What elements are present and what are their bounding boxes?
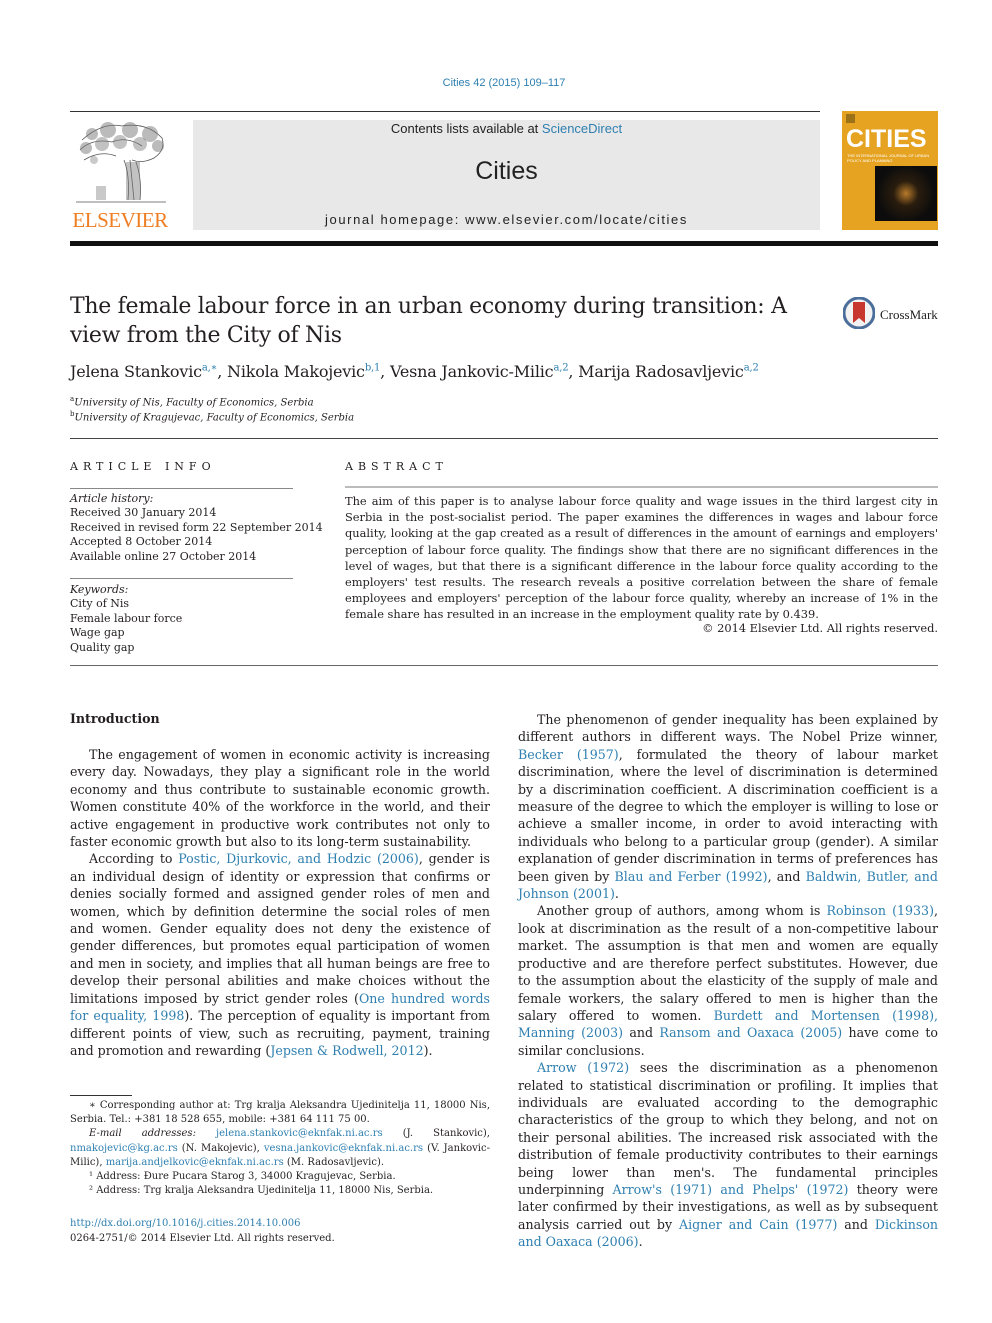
author-list: Jelena Stankovica,∗, Nikola Makojevicb,1… <box>70 362 759 381</box>
elsevier-logo[interactable]: ELSEVIER <box>70 120 170 232</box>
journal-name: Cities <box>475 157 538 185</box>
citation-link[interactable]: Robinson (1933) <box>827 903 934 918</box>
citation-link[interactable]: Ransom and Oaxaca (2005) <box>659 1025 842 1040</box>
keywords: Keywords: City of Nis Female labour forc… <box>70 583 182 655</box>
body-column-right: The phenomenon of gender inequality has … <box>518 711 938 1251</box>
contents-prefix: Contents lists available at <box>390 121 542 136</box>
affiliation-text: University of Nis, Faculty of Economics,… <box>74 397 314 409</box>
footnote-1: ¹ Address: Đure Pucara Starog 3, 34000 K… <box>89 1171 396 1183</box>
author-name[interactable]: Marija Radosavljevic <box>578 362 744 381</box>
abstract-text: The aim of this paper is to analyse labo… <box>345 494 938 622</box>
author-name[interactable]: Nikola Makojevic <box>227 362 365 381</box>
keywords-label: Keywords: <box>70 583 129 596</box>
journal-reference[interactable]: Cities 42 (2015) 109–117 <box>0 77 992 89</box>
article-history: Article history: Received 30 January 201… <box>70 492 323 564</box>
history-item: Received in revised form 22 September 20… <box>70 520 323 534</box>
body-column-left: The engagement of women in economic acti… <box>70 746 490 1059</box>
history-item: Available online 27 October 2014 <box>70 549 257 563</box>
header-top-rule <box>70 111 820 112</box>
email-link[interactable]: vesna.jankovic@eknfak.ni.ac.rs <box>264 1143 423 1154</box>
footnote-2: ² Address: Trg kralja Aleksandra Ujedini… <box>89 1185 434 1197</box>
header-thick-rule <box>70 241 938 246</box>
elsevier-wordmark: ELSEVIER <box>72 208 168 232</box>
abstract-copyright: © 2014 Elsevier Ltd. All rights reserved… <box>702 621 938 635</box>
email-label: E-mail addresses: <box>89 1128 217 1140</box>
footnote-rule <box>70 1095 132 1096</box>
author-affiliation-marker[interactable]: a,∗ <box>202 363 218 374</box>
paragraph: According to Postic, Djurkovic, and Hodz… <box>70 851 491 1058</box>
cover-subtitle: THE INTERNATIONAL JOURNAL OF URBAN POLIC… <box>847 153 930 163</box>
crossmark-label: CrossMark <box>880 307 938 322</box>
footnotes: ∗ Corresponding author at: Trg kralja Al… <box>70 1099 490 1198</box>
history-item: Accepted 8 October 2014 <box>70 535 213 549</box>
sciencedirect-link[interactable]: ScienceDirect <box>542 121 622 136</box>
affiliation-text: University of Kragujevac, Faculty of Eco… <box>74 412 355 424</box>
divider <box>70 578 293 579</box>
history-label: Article history: <box>70 492 154 505</box>
citation-link[interactable]: Arrow's (1971) and Phelps' (1972) <box>613 1182 849 1197</box>
cover-elsevier-icon <box>846 114 855 123</box>
keyword: City of Nis <box>70 597 130 611</box>
author-affiliation-marker[interactable]: a,2 <box>553 363 568 374</box>
citation-link[interactable]: One hundred words for equality, 1998 <box>70 991 490 1023</box>
corresponding-author-note: ∗ Corresponding author at: Trg kralja Al… <box>70 1100 490 1126</box>
email-link[interactable]: nmakojevic@kg.ac.rs <box>70 1143 178 1154</box>
journal-homepage[interactable]: journal homepage: www.elsevier.com/locat… <box>193 212 820 227</box>
crossmark-badge[interactable]: CrossMark <box>843 297 943 335</box>
citation-link[interactable]: Becker (1957) <box>518 747 619 762</box>
citation-link[interactable]: Aigner and Cain (1977) <box>679 1217 837 1232</box>
affiliation: bUniversity of Kragujevac, Faculty of Ec… <box>70 410 354 423</box>
paragraph: The phenomenon of gender inequality has … <box>518 712 938 902</box>
article-title: The female labour force in an urban econ… <box>70 294 787 348</box>
keyword: Female labour force <box>70 611 183 625</box>
cover-title: CITIES <box>846 125 927 153</box>
paragraph: Arrow (1972) sees the discrimination as … <box>518 1060 939 1250</box>
journal-cover[interactable]: CITIES THE INTERNATIONAL JOURNAL OF URBA… <box>842 111 938 230</box>
keyword: Wage gap <box>70 626 125 640</box>
keyword: Quality gap <box>70 640 135 654</box>
divider <box>70 665 938 666</box>
contents-available: Contents lists available at ScienceDirec… <box>193 121 820 136</box>
history-item: Received 30 January 2014 <box>70 506 217 520</box>
email-link[interactable]: marija.andjelkovic@eknfak.ni.ac.rs <box>106 1157 284 1168</box>
author-affiliation-marker[interactable]: b,1 <box>365 363 381 374</box>
section-heading-introduction: Introduction <box>70 711 160 726</box>
doi-link[interactable]: http://dx.doi.org/10.1016/j.cities.2014.… <box>70 1218 300 1229</box>
citation-link[interactable]: Arrow (1972) <box>537 1060 629 1075</box>
email-addresses: E-mail addresses: jelena.stankovic@eknfa… <box>70 1128 490 1168</box>
elsevier-tree-icon <box>76 122 166 203</box>
affiliation: aUniversity of Nis, Faculty of Economics… <box>70 395 314 408</box>
author-name[interactable]: Vesna Jankovic-Milic <box>390 362 554 381</box>
author-affiliation-marker[interactable]: a,2 <box>744 363 759 374</box>
citation-link[interactable]: Blau and Ferber (1992) <box>615 869 768 884</box>
doi-block: http://dx.doi.org/10.1016/j.cities.2014.… <box>70 1216 335 1246</box>
email-link[interactable]: jelena.stankovic@eknfak.ni.ac.rs <box>216 1128 383 1139</box>
abstract-heading: ABSTRACT <box>345 460 448 473</box>
citation-link[interactable]: Jepsen & Rodwell, 2012 <box>270 1043 423 1058</box>
divider <box>345 486 938 488</box>
cover-city-lights-image <box>875 166 937 221</box>
crossmark-icon <box>843 297 875 329</box>
citation-link[interactable]: Postic, Djurkovic, and Hodzic (2006) <box>178 851 419 866</box>
divider <box>70 488 293 489</box>
paragraph: The engagement of women in economic acti… <box>70 747 490 850</box>
issn-copyright: 0264-2751/© 2014 Elsevier Ltd. All right… <box>70 1233 335 1244</box>
paragraph: Another group of authors, among whom is … <box>518 903 939 1058</box>
author-name[interactable]: Jelena Stankovic <box>70 362 202 381</box>
article-info-heading: ARTICLE INFO <box>70 460 216 473</box>
divider <box>70 438 938 439</box>
